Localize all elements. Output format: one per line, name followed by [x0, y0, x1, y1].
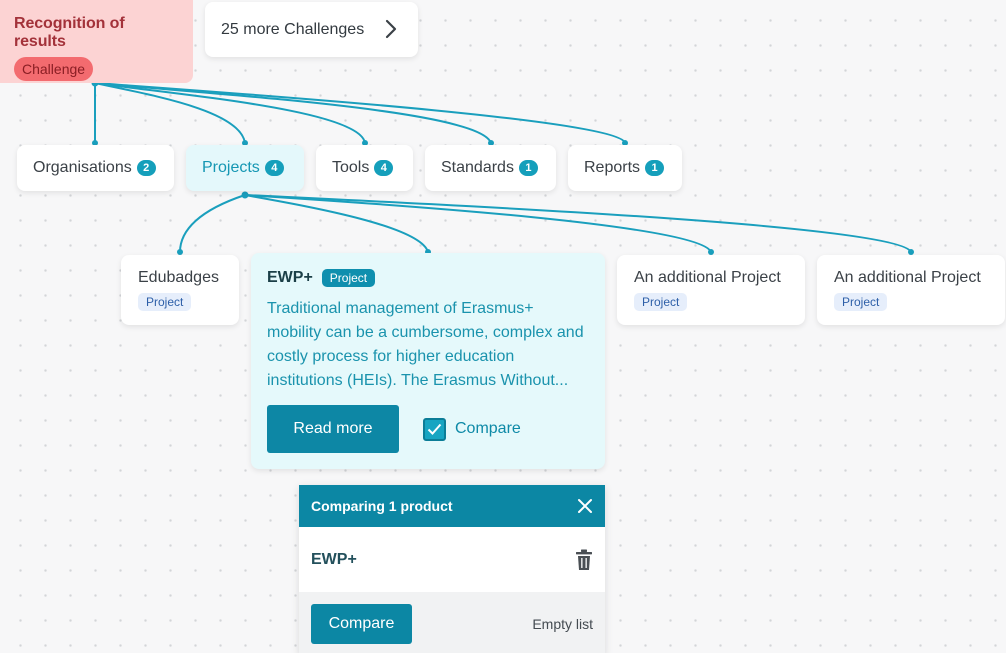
compare-panel: Comparing 1 product EWP+ Compare Empty l… — [299, 485, 605, 653]
project-title: Edubadges — [138, 269, 219, 286]
category-projects[interactable]: Projects 4 — [186, 145, 304, 191]
category-label: Organisations — [33, 159, 132, 176]
project-title: EWP+ — [267, 269, 313, 286]
project-tag: Project — [634, 293, 688, 311]
category-label: Projects — [202, 159, 260, 176]
more-challenges-label: 25 more Challenges — [221, 20, 365, 38]
category-count: 1 — [518, 160, 538, 176]
project-card-edubadges[interactable]: Edubadges Project — [121, 255, 239, 325]
project-title: An additional Project — [834, 269, 981, 286]
category-label: Reports — [584, 159, 641, 176]
category-tools[interactable]: Tools 4 — [316, 145, 413, 191]
project-badge: Project — [321, 269, 376, 287]
category-label: Tools — [332, 159, 370, 176]
challenge-title: Recognition of results — [14, 15, 125, 50]
compare-item-name: EWP+ — [311, 550, 357, 568]
more-challenges-button[interactable]: 25 more Challenges — [205, 2, 418, 57]
checkbox-checked-icon[interactable] — [423, 417, 446, 441]
chevron-right-icon — [385, 19, 397, 39]
compare-label: Compare — [455, 420, 521, 437]
challenge-badge: Challenge — [14, 57, 94, 81]
project-description: Traditional management of Erasmus+ mobil… — [267, 300, 584, 389]
compare-button[interactable]: Compare — [311, 603, 412, 644]
empty-list-link[interactable]: Empty list — [532, 616, 593, 632]
read-more-button[interactable]: Read more — [267, 405, 399, 453]
challenge-card[interactable]: Recognition of results Challenge — [0, 0, 193, 83]
category-count: 1 — [645, 160, 665, 176]
compare-panel-title: Comparing 1 product — [311, 498, 453, 514]
category-label: Standards — [441, 159, 514, 176]
category-count: 4 — [374, 160, 394, 176]
compare-panel-footer: Compare Empty list — [299, 592, 605, 653]
project-tag: Project — [138, 293, 192, 311]
project-title: An additional Project — [634, 269, 781, 286]
close-icon[interactable] — [577, 498, 593, 514]
compare-panel-header: Comparing 1 product — [299, 485, 605, 527]
category-reports[interactable]: Reports 1 — [568, 145, 682, 191]
trash-icon[interactable] — [575, 549, 593, 571]
project-card-additional-2[interactable]: An additional Project Project — [817, 255, 1005, 325]
category-count: 4 — [264, 160, 284, 176]
category-standards[interactable]: Standards 1 — [425, 145, 556, 191]
project-tag: Project — [834, 293, 888, 311]
category-organisations[interactable]: Organisations 2 — [17, 145, 174, 191]
compare-item: EWP+ — [299, 527, 605, 592]
project-card-ewp[interactable]: EWP+ Project Traditional management of E… — [251, 253, 605, 469]
project-card-additional-1[interactable]: An additional Project Project — [617, 255, 805, 325]
category-count: 2 — [136, 160, 156, 176]
compare-checkbox[interactable]: Compare — [423, 417, 521, 441]
